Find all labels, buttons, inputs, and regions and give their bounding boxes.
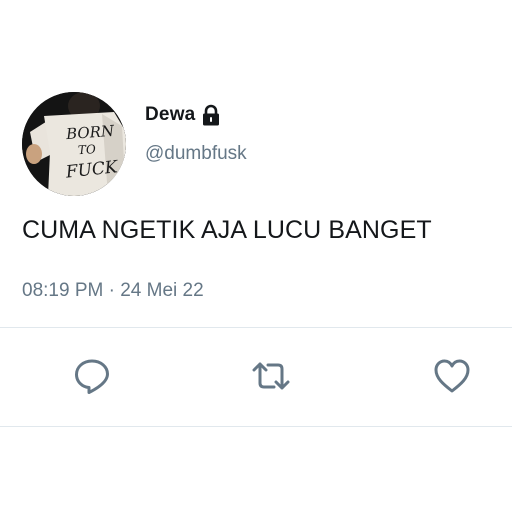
avatar-shirt-text-2: TO [78, 142, 97, 157]
avatar[interactable]: BORN TO FUCK [22, 92, 126, 196]
avatar-shirt-text-1: BORN [64, 122, 115, 143]
tweet-text: CUMA NGETIK AJA LUCU BANGET [22, 216, 432, 244]
meta-separator: · [108, 280, 115, 301]
action-bar [0, 356, 512, 400]
reply-icon [75, 359, 109, 394]
divider-bottom [0, 426, 512, 427]
tweet-date: 24 Mei 22 [120, 280, 204, 301]
user-handle[interactable]: @dumbfusk [145, 143, 247, 165]
tweet-time: 08:19 PM [22, 280, 104, 301]
lock-icon [203, 104, 220, 126]
avatar-image: BORN TO FUCK [22, 92, 126, 196]
tweet: BORN TO FUCK Dewa @dumbfusk CUMA NGETIK … [0, 0, 512, 512]
display-name[interactable]: Dewa [145, 104, 195, 126]
reply-button[interactable] [72, 356, 112, 396]
tweet-timestamp[interactable]: 08:19 PM · 24 Mei 22 [22, 280, 204, 302]
retweet-button[interactable] [251, 356, 291, 396]
retweet-icon [252, 362, 290, 390]
display-name-row: Dewa [145, 104, 221, 126]
heart-icon [434, 359, 470, 393]
like-button[interactable] [432, 356, 472, 396]
divider-top [0, 327, 512, 328]
